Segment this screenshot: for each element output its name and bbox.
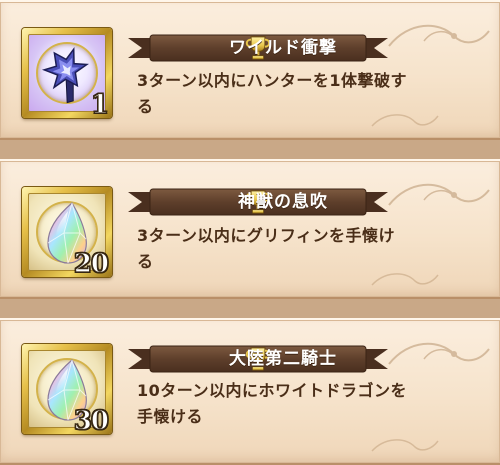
- quest-description: 3ターン以内にグリフィンを手懐ける: [137, 226, 396, 271]
- quest-card: 20 神獣の息吹 3ターン以内にグリフィンを手懐ける: [0, 159, 500, 299]
- flourish-ornament-icon: [388, 183, 490, 206]
- quest-title-banner: ワイルド衝撃: [128, 34, 388, 62]
- quest-description: 10ターン以内にホワイトドラゴンを手懐ける: [137, 381, 407, 426]
- quest-card: 30 大陸第二騎士 10ターン以内にホワイトドラゴンを手懐ける: [0, 318, 500, 465]
- reward-count: 20: [73, 248, 109, 279]
- quest-card: 1 ワイルド衝撃 3ターン以内にハンターを1体撃破する: [0, 0, 500, 140]
- reward-slot[interactable]: 1: [22, 28, 112, 121]
- quest-description: 3ターン以内にハンターを1体撃破する: [137, 71, 407, 116]
- flourish-ornament-icon: [388, 342, 490, 365]
- flourish-ornament-icon: [371, 439, 439, 452]
- reward-slot[interactable]: 20: [22, 187, 112, 280]
- reward-count: 1: [90, 89, 109, 120]
- reward-count: 30: [73, 405, 109, 436]
- quest-title-banner: 大陸第二騎士: [128, 345, 388, 373]
- flourish-ornament-icon: [388, 24, 490, 47]
- quest-title: 神獣の息吹: [238, 192, 328, 212]
- quest-title-banner: 神獣の息吹: [128, 188, 388, 216]
- quest-title: ワイルド衝撃: [229, 38, 337, 58]
- reward-slot[interactable]: 30: [22, 344, 112, 437]
- quest-title: 大陸第二騎士: [229, 349, 337, 369]
